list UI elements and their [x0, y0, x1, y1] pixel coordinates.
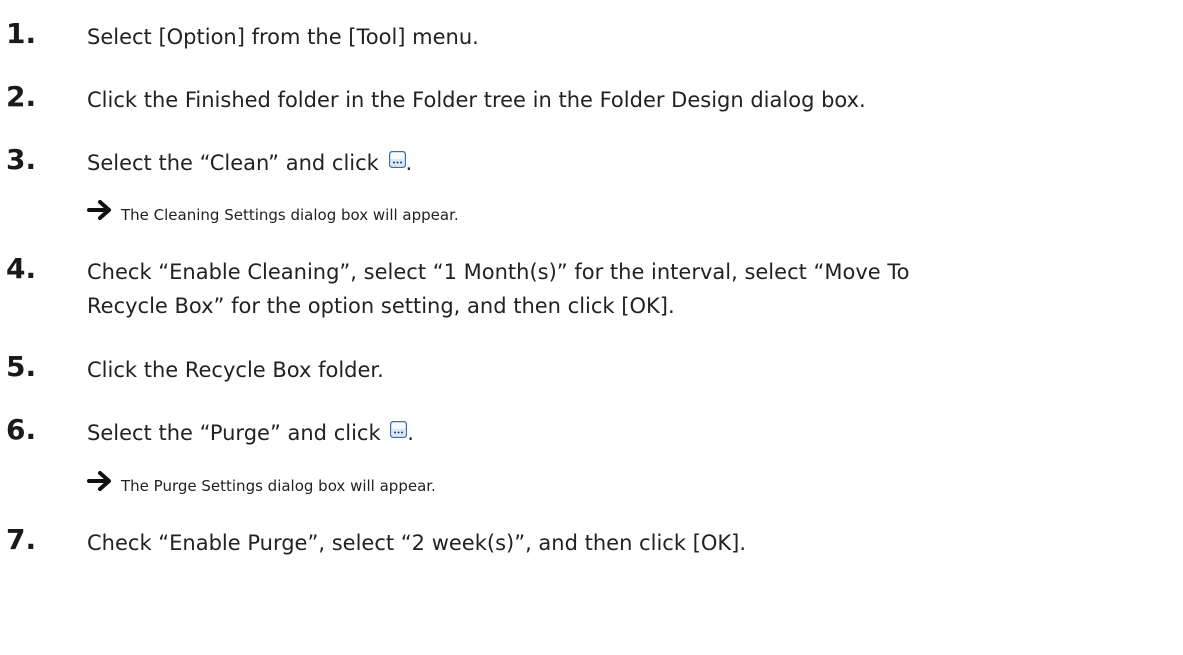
step-text: Select the “Clean” and click .: [87, 146, 1177, 180]
step-text: Click the Finished folder in the Folder …: [87, 88, 866, 112]
step-text: Select [Option] from the [Tool] menu.: [87, 25, 479, 49]
step-6-result: The Purge Settings dialog box will appea…: [87, 470, 987, 500]
step-3-result: The Cleaning Settings dialog box will ap…: [87, 199, 987, 229]
step-text-after-icon: .: [407, 421, 414, 445]
ellipsis-button-icon: [390, 420, 408, 438]
step-text-line-2: Recycle Box” for the option setting, and…: [87, 294, 675, 318]
right-arrow-icon: [87, 200, 111, 220]
result-text: The Purge Settings dialog box will appea…: [121, 477, 436, 495]
ellipsis-button-icon: [388, 150, 406, 168]
step-number: 2.: [6, 80, 37, 113]
step-text: Click the Recycle Box folder.: [87, 358, 384, 382]
step-text-before-icon: Select the “Purge” and click: [87, 421, 388, 445]
step-number: 1.: [6, 17, 37, 50]
step-number: 7.: [6, 523, 37, 556]
instruction-page: { "steps": [ { "number": "1.", "text": "…: [0, 0, 1183, 655]
step-text: Check “Enable Cleaning”, select “1 Month…: [87, 255, 1177, 323]
result-text: The Cleaning Settings dialog box will ap…: [121, 206, 459, 224]
step-number: 6.: [6, 413, 37, 446]
right-arrow-icon: [87, 471, 111, 491]
step-number: 4.: [6, 252, 37, 285]
step-text: Select the “Purge” and click .: [87, 416, 1177, 450]
step-number: 3.: [6, 143, 37, 176]
step-text-line-1: Check “Enable Cleaning”, select “1 Month…: [87, 260, 910, 284]
step-number: 5.: [6, 350, 37, 383]
step-text-before-icon: Select the “Clean” and click: [87, 151, 386, 175]
step-text-after-icon: .: [405, 151, 413, 175]
step-text: Check “Enable Purge”, select “2 week(s)”…: [87, 531, 747, 555]
